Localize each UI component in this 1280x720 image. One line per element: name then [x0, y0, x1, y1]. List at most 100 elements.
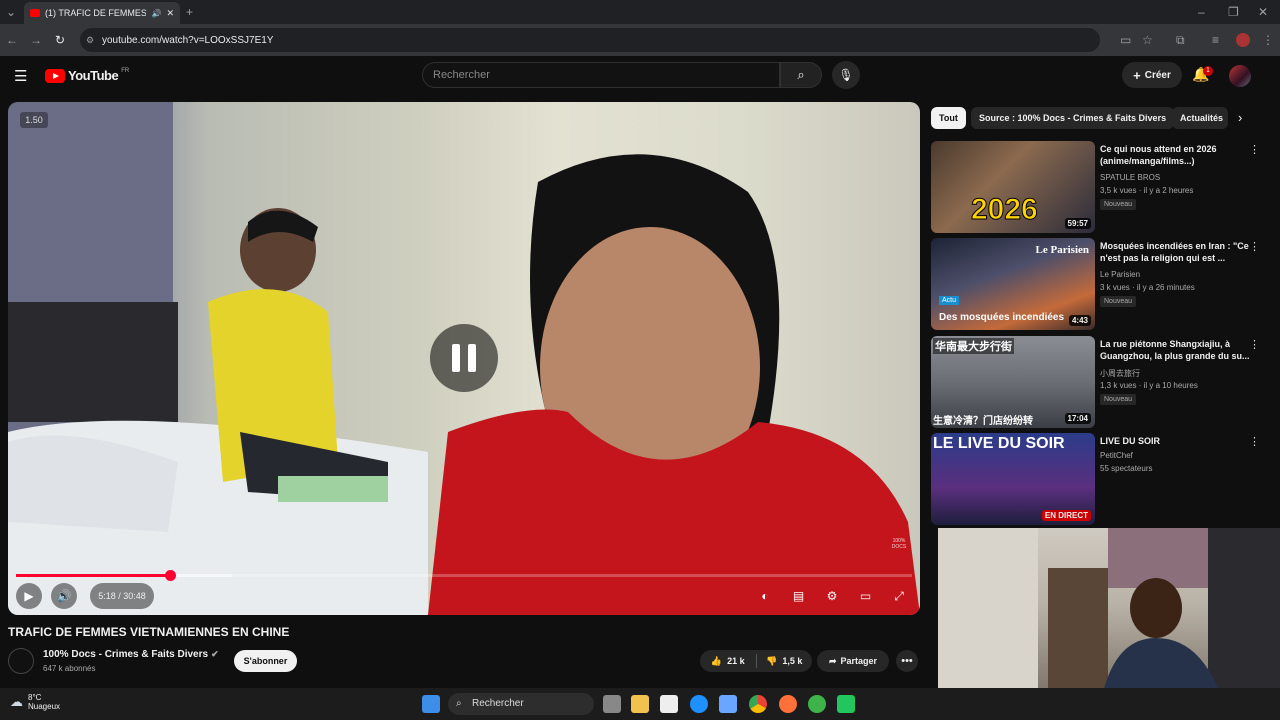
weather-widget[interactable]: ☁ 8°C Nuageux	[10, 693, 60, 711]
search-input[interactable]: Rechercher	[422, 62, 780, 88]
recommendation-channel[interactable]: 小周去旅行	[1100, 368, 1140, 379]
thumbnail-brand: Le Parisien	[1035, 244, 1089, 256]
restore-icon[interactable]: ❐	[1228, 5, 1239, 19]
media-control-icon[interactable]: ≡	[1212, 33, 1219, 47]
back-icon[interactable]: ←	[6, 33, 18, 47]
browser-menu-icon[interactable]: ⋮	[1262, 33, 1274, 47]
browser-tab-strip: ⌄ (1) TRAFIC DE FEMMES VIE 🔊 ✕ + – ❐ ✕	[0, 0, 1280, 24]
fullscreen-icon[interactable]: ⤢	[886, 583, 912, 609]
recommendation-item[interactable]: 2026 59:57 Ce qui nous attend en 2026 (a…	[931, 141, 1271, 233]
play-button[interactable]: ▶	[16, 583, 42, 609]
app-icon[interactable]	[808, 695, 826, 713]
window-close-icon[interactable]: ✕	[1258, 5, 1268, 19]
recommendation-title[interactable]: Ce qui nous attend en 2026 (anime/manga/…	[1100, 143, 1250, 167]
autoplay-toggle-icon[interactable]: ◐	[752, 583, 778, 609]
like-count: 21 k	[727, 656, 745, 666]
theater-mode-icon[interactable]: ▭	[853, 583, 879, 609]
recommendation-item[interactable]: Le Parisien Actu Des mosquées incendiées…	[931, 238, 1271, 330]
account-avatar[interactable]	[1229, 65, 1251, 87]
recommendation-item[interactable]: 华南最大步行街 生意冷清？门店纷纷转 17:04 La rue piétonne…	[931, 336, 1271, 428]
create-button[interactable]: + Créer	[1122, 62, 1182, 88]
recommendation-channel[interactable]: PetitChef	[1100, 451, 1133, 460]
channel-name[interactable]: 100% Docs - Crimes & Faits Divers	[43, 649, 208, 660]
dislike-button[interactable]: 👎 1,5 k	[757, 656, 813, 667]
firefox-icon[interactable]	[779, 695, 797, 713]
recommendation-title[interactable]: La rue piétonne Shangxiajiu, à Guangzhou…	[1100, 338, 1250, 362]
bookmark-star-icon[interactable]: ☆	[1142, 33, 1153, 47]
kebab-menu-icon[interactable]: ⋮	[1249, 435, 1260, 448]
app-icon-2[interactable]	[837, 695, 855, 713]
search-button[interactable]: ⌕	[780, 62, 822, 88]
recommendation-meta: 1,3 k vues · il y a 10 heures	[1100, 381, 1198, 390]
thumbnail-tag: Actu	[939, 296, 960, 305]
settings-gear-icon[interactable]: ⚙	[819, 583, 845, 609]
youtube-logo[interactable]: YouTube FR	[45, 68, 129, 83]
chip-source[interactable]: Source : 100% Docs - Crimes & Faits Dive…	[971, 107, 1175, 129]
channel-avatar[interactable]	[8, 648, 34, 674]
chip-news[interactable]: Actualités	[1172, 107, 1228, 129]
voice-search-button[interactable]: 🎙	[832, 61, 860, 89]
channel-watermark[interactable]: 100% DOCS	[890, 538, 908, 556]
logo-country: FR	[121, 67, 130, 74]
kebab-menu-icon[interactable]: ⋮	[1249, 338, 1260, 351]
recommendation-title[interactable]: LIVE DU SOIR	[1100, 435, 1250, 447]
forward-icon[interactable]: →	[30, 33, 42, 47]
microphone-icon: 🎙	[838, 68, 854, 82]
chip-all[interactable]: Tout	[931, 107, 966, 129]
tab-close-icon[interactable]: ✕	[166, 8, 174, 19]
recommendation-title[interactable]: Mosquées incendiées en Iran : "Ce n'est …	[1100, 240, 1250, 264]
plus-icon: +	[1133, 67, 1141, 83]
notification-count-badge: 1	[1203, 66, 1213, 76]
time-display: 5:18 / 30:48	[90, 583, 154, 609]
edge-icon[interactable]	[690, 695, 708, 713]
like-dislike-group: 👍 21 k 👎 1,5 k	[700, 650, 812, 672]
verified-badge-icon: ✔	[211, 649, 219, 659]
profile-avatar[interactable]	[1236, 33, 1250, 47]
pause-overlay-button[interactable]	[430, 324, 498, 392]
new-badge: Nouveau	[1100, 296, 1137, 307]
played-bar	[16, 574, 171, 577]
kebab-menu-icon[interactable]: ⋮	[1249, 143, 1260, 156]
video-thumbnail[interactable]: 华南最大步行街 生意冷清？门店纷纷转 17:04	[931, 336, 1095, 428]
task-view-icon[interactable]	[603, 695, 621, 713]
progress-bar[interactable]	[16, 570, 912, 581]
more-actions-button[interactable]: •••	[896, 650, 918, 672]
notepad-icon[interactable]	[660, 695, 678, 713]
weather-condition: Nuageux	[28, 702, 61, 711]
video-thumbnail[interactable]: LE LIVE DU SOIR EN DIRECT	[931, 433, 1095, 525]
thumbnail-text: 2026	[971, 193, 1039, 227]
browser-toolbar: ← → ↻ ⚙ youtube.com/watch?v=LOOxSSJ7E1Y …	[0, 24, 1280, 56]
kebab-menu-icon[interactable]: ⋮	[1249, 240, 1260, 253]
browser-tab[interactable]: (1) TRAFIC DE FEMMES VIE 🔊 ✕	[24, 2, 180, 24]
new-tab-icon[interactable]: +	[186, 5, 193, 19]
create-label: Créer	[1144, 69, 1171, 81]
mute-button[interactable]: 🔊	[51, 583, 77, 609]
chrome-icon[interactable]	[749, 695, 767, 713]
start-windows-icon[interactable]	[422, 695, 440, 713]
subscribe-button[interactable]: S'abonner	[234, 650, 297, 672]
site-info-icon[interactable]: ⚙	[86, 33, 94, 47]
recommendation-item[interactable]: LE LIVE DU SOIR EN DIRECT LIVE DU SOIR P…	[931, 433, 1271, 525]
recommendation-channel[interactable]: Le Parisien	[1100, 270, 1140, 279]
video-thumbnail[interactable]: Le Parisien Actu Des mosquées incendiées…	[931, 238, 1095, 330]
reload-icon[interactable]: ↻	[55, 33, 65, 47]
subtitles-icon[interactable]: ▤	[786, 583, 812, 609]
address-bar[interactable]: ⚙ youtube.com/watch?v=LOOxSSJ7E1Y	[80, 28, 1100, 52]
minimize-icon[interactable]: –	[1198, 5, 1205, 19]
speaker-icon[interactable]: 🔊	[151, 9, 161, 18]
extensions-icon[interactable]: ⧉	[1176, 33, 1185, 47]
pause-icon-bar	[468, 344, 476, 372]
store-icon[interactable]	[719, 695, 737, 713]
guide-menu-icon[interactable]: ☰	[14, 67, 27, 85]
share-button[interactable]: ➦ Partager	[817, 650, 889, 672]
video-thumbnail[interactable]: 2026 59:57	[931, 141, 1095, 233]
file-explorer-icon[interactable]	[631, 695, 649, 713]
tab-search-icon[interactable]: ⌄	[6, 5, 16, 19]
video-player[interactable]: 1.50 100% DOCS ▶ 🔊 5:18 / 30:48 ◐ ▤ ⚙ ▭ …	[8, 102, 920, 615]
taskbar-search[interactable]: ⌕ Rechercher	[448, 693, 594, 715]
cast-icon[interactable]: ▭	[1120, 33, 1131, 47]
like-button[interactable]: 👍 21 k	[700, 656, 756, 667]
chevron-right-icon[interactable]: ›	[1238, 110, 1242, 125]
channel-name-row[interactable]: 100% Docs - Crimes & Faits Divers ✔	[43, 649, 219, 660]
recommendation-channel[interactable]: SPATULE BROS	[1100, 173, 1160, 182]
